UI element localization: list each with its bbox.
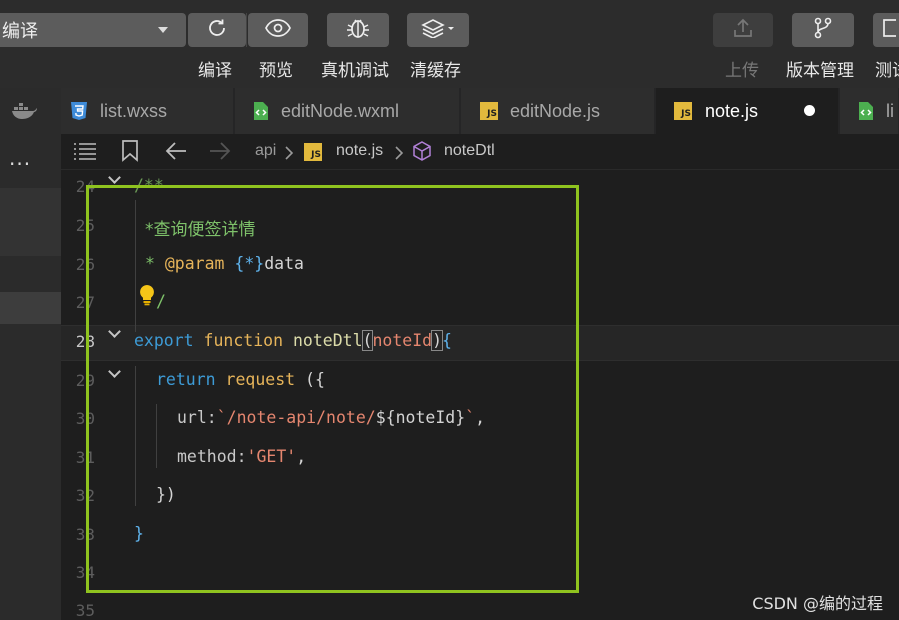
eye-icon [265,18,291,42]
compile-mode-select[interactable]: 编译 [0,13,186,47]
docker-icon[interactable] [11,100,39,124]
remote-debug-button[interactable] [327,13,389,47]
test-icon [882,18,899,42]
compile-mode-value: 编译 [2,21,38,42]
tab-list-wxss[interactable]: list.wxss [61,88,234,134]
breadcrumb-folder[interactable]: api [255,142,276,160]
branch-icon [812,16,834,44]
breadcrumb-symbol[interactable]: noteDtl [444,142,495,160]
cube-symbol-icon [411,140,433,166]
js-file-icon: JS [674,102,692,120]
preview-button[interactable] [248,13,308,47]
upload-icon [732,17,754,43]
more-icon[interactable]: ··· [9,152,31,176]
editor-tab-bar: list.wxss editNode.wxml JS editNode.js J… [61,88,899,134]
preview-label: 预览 [259,61,293,81]
tab-note-js[interactable]: JS note.js [656,88,839,134]
wxml-file-icon [858,101,874,121]
js-file-icon: JS [480,102,498,120]
clear-cache-label: 清缓存 [410,61,461,81]
fold-chevron-icon[interactable] [108,171,121,184]
bug-icon [345,16,371,44]
css-file-icon [70,101,88,121]
divider [246,13,247,47]
breadcrumb-file[interactable]: note.js [336,142,383,160]
activity-bar: ··· [0,88,61,620]
activity-panel-item-selected[interactable] [0,292,61,324]
forward-arrow-icon[interactable] [209,141,231,165]
version-management-label: 版本管理 [786,61,854,81]
unsaved-dot-icon[interactable] [804,105,815,116]
upload-button[interactable] [713,13,773,47]
layers-icon [421,18,455,42]
back-arrow-icon[interactable] [165,141,187,165]
compile-button[interactable] [188,13,246,47]
tab-editnode-js[interactable]: JS editNode.js [461,88,655,134]
watermark: CSDN @编的过程 [752,594,883,613]
test-label: 测试 [875,61,899,81]
bookmark-icon[interactable] [121,140,139,166]
refresh-icon [205,16,229,44]
version-management-button[interactable] [792,13,854,47]
compile-label: 编译 [198,61,232,81]
chevron-right-icon [395,145,404,164]
remote-debug-label: 真机调试 [321,61,389,81]
tab-editnode-wxml[interactable]: editNode.wxml [235,88,460,134]
line-number: 35 [75,601,95,620]
main-toolbar: 编译 编译 预览 真机调试 清缓存 上传 版本管理 测 [0,0,899,88]
upload-label: 上传 [725,61,759,81]
wxml-file-icon [253,101,269,121]
js-file-icon: JS [304,143,322,161]
annotation-highlight-box [86,185,579,593]
outline-list-icon[interactable] [73,142,97,164]
breadcrumb: api JS note.js noteDtl [61,134,899,170]
test-button[interactable] [873,13,899,47]
clear-cache-button[interactable] [407,13,469,47]
activity-panel-item[interactable] [0,188,61,256]
tab-li[interactable]: li [840,88,899,134]
chevron-right-icon [285,145,294,164]
chevron-down-icon [158,27,168,33]
